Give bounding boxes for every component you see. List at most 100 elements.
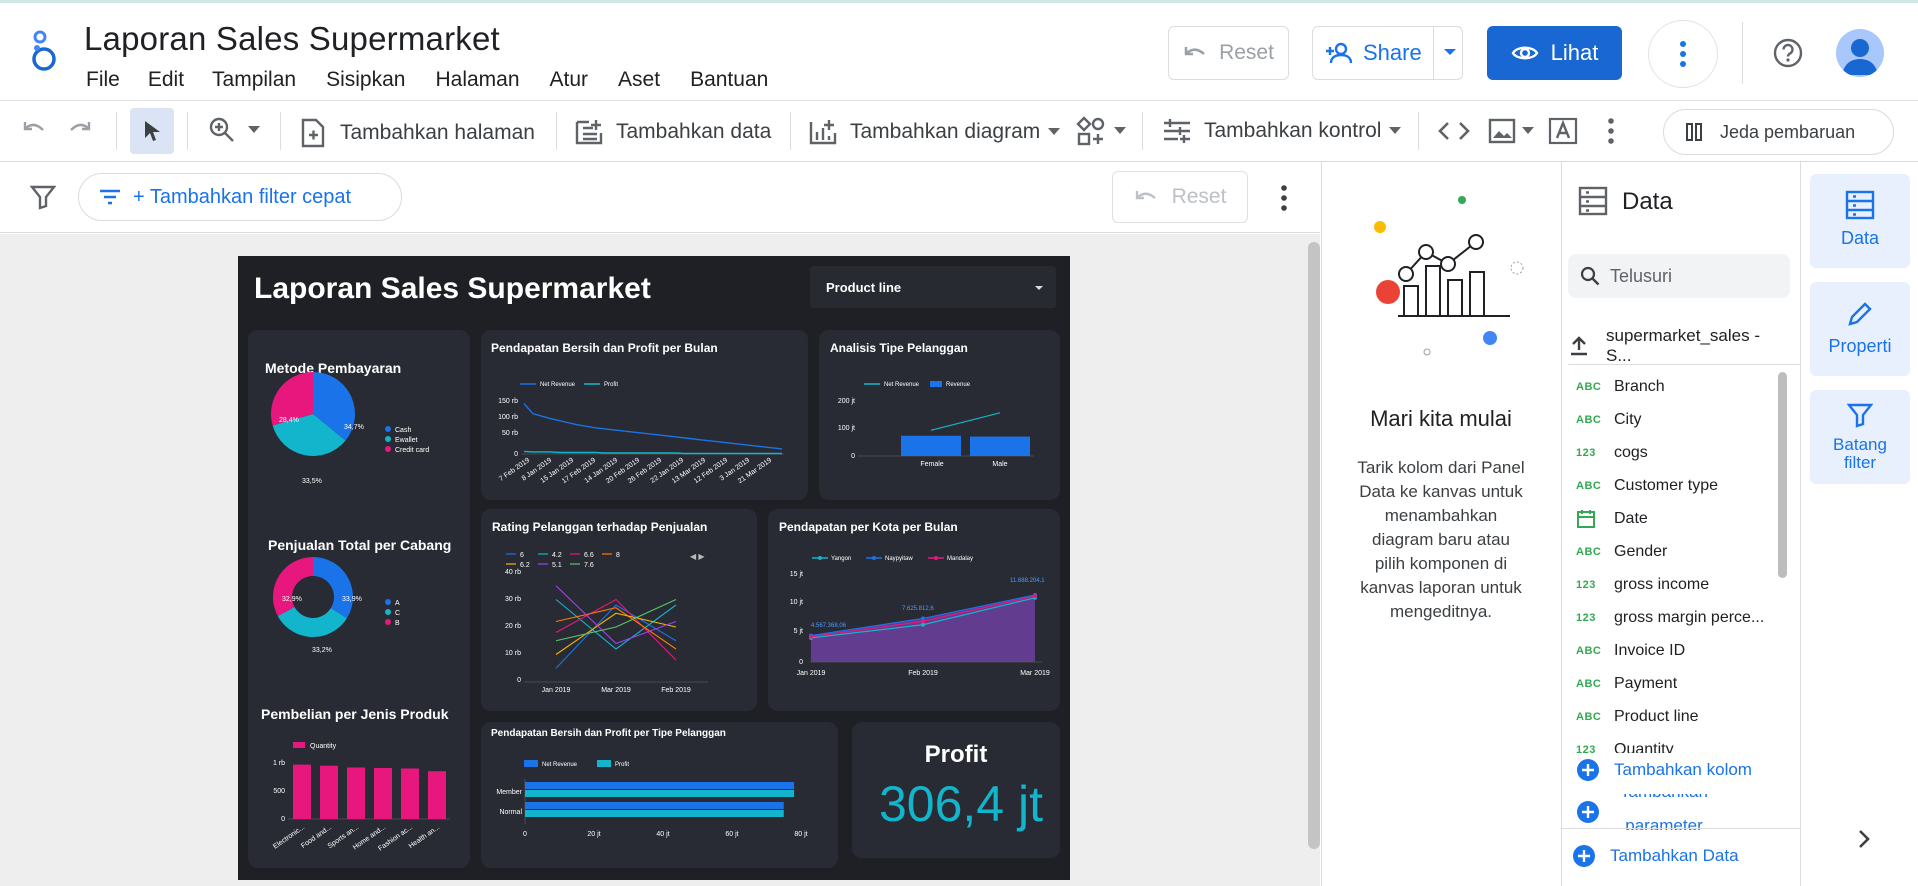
field-list-scrollbar[interactable] xyxy=(1778,372,1787,578)
menu-arrange[interactable]: Atur xyxy=(550,68,589,92)
chevron-down-icon xyxy=(248,126,260,134)
more-vert-icon[interactable] xyxy=(1280,185,1288,211)
view-button[interactable]: Lihat xyxy=(1487,26,1622,80)
select-tool-button[interactable] xyxy=(130,108,174,154)
avatar[interactable] xyxy=(1836,29,1884,77)
zoom-button[interactable] xyxy=(208,116,260,144)
getting-started-illustration xyxy=(1352,190,1532,370)
pie-label: 33,5% xyxy=(302,478,322,485)
more-vert-icon[interactable] xyxy=(1607,118,1615,144)
tab-properties[interactable]: Properti xyxy=(1810,282,1910,376)
pause-icon xyxy=(1686,123,1702,141)
add-parameter-button[interactable]: Tambahkan parameter xyxy=(1576,794,1786,830)
legend-pager[interactable]: ◀ ▶ xyxy=(690,552,705,561)
text-icon[interactable] xyxy=(1548,117,1578,145)
menu-page[interactable]: Halaman xyxy=(435,68,519,92)
redo-icon[interactable] xyxy=(68,118,94,140)
reset-button[interactable]: Reset xyxy=(1168,26,1289,80)
branch-title: Penjualan Total per Cabang xyxy=(268,537,451,553)
typebar-title: Pendapatan Bersih dan Profit per Tipe Pe… xyxy=(491,728,726,739)
add-field-button[interactable]: Tambahkan kolom xyxy=(1576,758,1752,782)
add-circle-icon xyxy=(1572,844,1596,868)
image-button[interactable] xyxy=(1488,118,1534,144)
data-label: 11.688.204,1 xyxy=(1010,578,1045,584)
add-chart-icon xyxy=(808,118,838,146)
logo-icon[interactable] xyxy=(28,30,62,72)
menu-file[interactable]: File xyxy=(86,68,120,92)
field-name: gross income xyxy=(1614,575,1710,593)
menu-insert[interactable]: Sisipkan xyxy=(326,68,405,92)
chevron-down-icon xyxy=(1522,127,1534,135)
monthly-title: Pendapatan Bersih dan Profit per Bulan xyxy=(491,341,718,355)
product-line-dropdown[interactable]: Product line xyxy=(810,266,1056,308)
pie-label: 28,4% xyxy=(279,417,299,424)
code-icon[interactable] xyxy=(1438,120,1470,142)
quick-filter-button[interactable]: + Tambahkan filter cepat xyxy=(78,173,402,221)
help-icon[interactable] xyxy=(1773,38,1803,68)
chevron-down-icon xyxy=(1048,128,1061,136)
quick-filter-label: + Tambahkan filter cepat xyxy=(133,185,352,208)
report-page[interactable]: Laporan Sales Supermarket Product line M… xyxy=(238,256,1070,880)
filter-icon[interactable] xyxy=(30,184,56,210)
add-chart-button[interactable]: Tambahkan diagram xyxy=(808,118,1061,146)
dropdown-label: Product line xyxy=(826,280,901,295)
menu-view[interactable]: Tampilan xyxy=(212,68,296,92)
start-description: Tarik kolom dari Panel Data ke kanvas un… xyxy=(1321,456,1561,624)
field-item[interactable]: 123 cogs xyxy=(1568,436,1774,469)
tab-filter-bar[interactable]: Batang filter xyxy=(1810,390,1910,484)
field-item[interactable]: Date xyxy=(1568,502,1774,535)
field-item[interactable]: ABC Invoice ID xyxy=(1568,634,1774,667)
legend-item: 6.6 xyxy=(584,552,594,559)
legend-revenue: Revenue xyxy=(946,382,971,388)
field-item[interactable]: 123 Quantity xyxy=(1568,733,1774,754)
report-title[interactable]: Laporan Sales Supermarket xyxy=(84,20,500,58)
tab-data[interactable]: Data xyxy=(1810,174,1910,268)
chevron-down-icon xyxy=(1114,127,1126,135)
tab-filter-label: Batang xyxy=(1833,435,1887,454)
add-control-button[interactable]: Tambahkan kontrol xyxy=(1162,118,1402,144)
add-data-source-button[interactable]: Tambahkan Data xyxy=(1572,844,1739,868)
field-item[interactable]: ABC Customer type xyxy=(1568,469,1774,502)
add-community-chart-button[interactable] xyxy=(1076,116,1126,146)
field-item[interactable]: ABC Payment xyxy=(1568,667,1774,700)
y-tick: 30 rb xyxy=(505,596,521,603)
field-item[interactable]: 123 gross income xyxy=(1568,568,1774,601)
add-data-button[interactable]: Tambahkan data xyxy=(574,118,771,146)
add-page-button[interactable]: Tambahkan halaman xyxy=(300,118,535,148)
menu-resource[interactable]: Aset xyxy=(618,68,660,92)
pause-updates-button[interactable]: Jeda pembaruan xyxy=(1663,109,1894,155)
y-tick: 0 xyxy=(514,451,518,458)
data-label: 7.625.812,6 xyxy=(902,606,934,612)
data-source-item[interactable]: supermarket_sales - S... xyxy=(1568,326,1790,366)
more-menu-button[interactable] xyxy=(1648,20,1718,88)
menu-help[interactable]: Bantuan xyxy=(690,68,768,92)
start-line: Tarik kolom dari Panel xyxy=(1357,458,1525,477)
x-tick: 40 jt xyxy=(656,831,669,838)
start-line: Data ke kanvas untuk xyxy=(1359,482,1523,501)
field-item[interactable]: ABC Gender xyxy=(1568,535,1774,568)
text-type-icon: ABC xyxy=(1576,545,1602,558)
share-button[interactable]: Share xyxy=(1312,26,1463,80)
data-label: 4.567.368,06 xyxy=(811,623,847,629)
data-point xyxy=(921,619,925,624)
legend-ewallet: Ewallet xyxy=(395,437,418,444)
reset-label: Reset xyxy=(1219,41,1274,64)
pie-label: 32,9% xyxy=(282,596,302,603)
field-item[interactable]: ABC Product line xyxy=(1568,700,1774,733)
pie-label: 33,9% xyxy=(342,596,362,603)
share-dropdown-icon[interactable] xyxy=(1443,47,1457,57)
x-tick: Female xyxy=(920,461,943,468)
legend-item: 4.2 xyxy=(552,552,562,559)
field-item[interactable]: ABC City xyxy=(1568,403,1774,436)
undo-icon[interactable] xyxy=(20,118,46,140)
canvas-scrollbar[interactable] xyxy=(1308,242,1320,849)
field-item[interactable]: 123 gross margin perce... xyxy=(1568,601,1774,634)
field-search-input[interactable]: Telusuri xyxy=(1568,254,1790,298)
field-item[interactable]: ABC Branch xyxy=(1568,370,1774,403)
filter-reset-button[interactable]: Reset xyxy=(1112,171,1248,223)
legend-profit: Profit xyxy=(615,762,629,768)
filter-icon xyxy=(1847,402,1873,428)
text-type-icon: ABC xyxy=(1576,479,1602,492)
chevron-right-icon[interactable] xyxy=(1857,828,1871,850)
menu-edit[interactable]: Edit xyxy=(148,68,184,92)
